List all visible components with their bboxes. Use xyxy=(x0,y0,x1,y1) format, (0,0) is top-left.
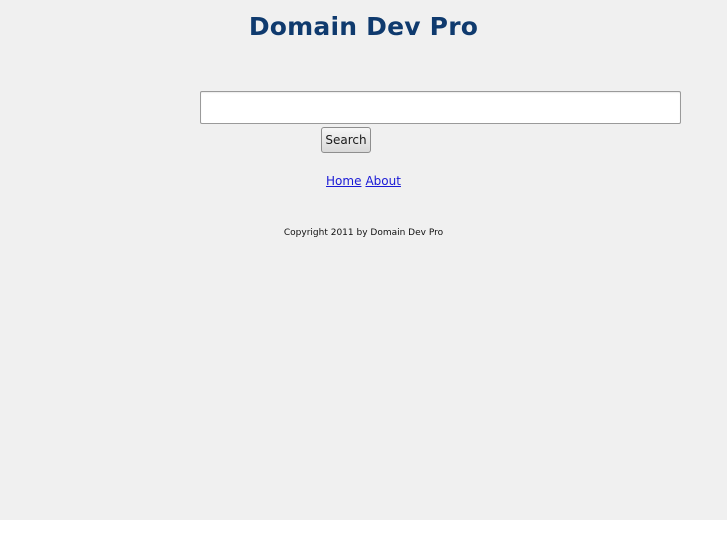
search-input[interactable] xyxy=(200,91,681,124)
nav-link-about[interactable]: About xyxy=(365,174,400,188)
site-title: Domain Dev Pro xyxy=(248,12,479,41)
search-button[interactable]: Search xyxy=(321,127,371,153)
copyright-text: Copyright 2011 by Domain Dev Pro xyxy=(283,228,444,238)
nav-link-home[interactable]: Home xyxy=(326,174,361,188)
nav-links: Home About xyxy=(0,174,727,188)
page-container: Domain Dev Pro Search Home About Copyrigh… xyxy=(0,0,727,520)
